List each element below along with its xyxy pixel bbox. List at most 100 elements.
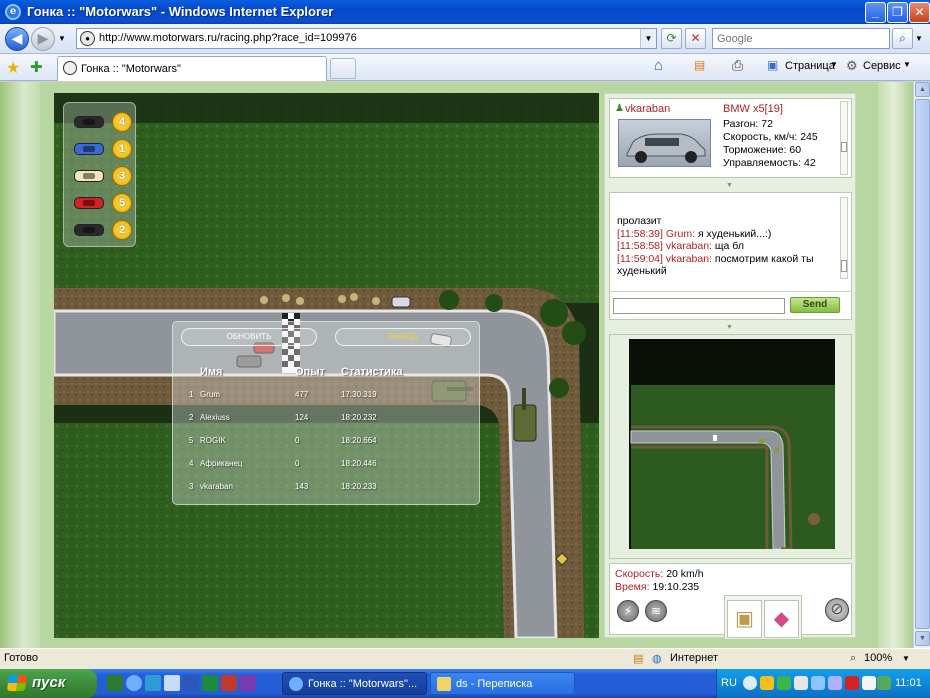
scroll-down-icon[interactable]: ▼ <box>915 631 930 646</box>
race-map[interactable]: 4 1 3 5 2 ОБНОВИТЬ ВЫХОД Имя Опыт Статис… <box>54 93 599 638</box>
windows-logo-icon <box>6 675 28 691</box>
stat-braking: Торможение: 60 <box>723 144 802 156</box>
forward-button[interactable]: ▶ <box>31 27 55 51</box>
tray-antivirus-icon[interactable] <box>845 676 859 690</box>
quicklaunch-explorer-icon[interactable] <box>164 675 180 691</box>
tab-motorwars[interactable]: Гонка :: "Motorwars" <box>57 56 327 81</box>
back-button[interactable]: ◀ <box>5 27 29 51</box>
close-button[interactable]: ✕ <box>909 2 930 23</box>
address-dropdown-icon[interactable]: ▼ <box>640 29 656 48</box>
tray-network-icon[interactable] <box>811 676 825 690</box>
page-menu[interactable]: Страница <box>785 60 835 72</box>
scroll-up-icon[interactable]: ▲ <box>915 82 930 97</box>
player-name-link[interactable]: vkaraban <box>625 103 670 115</box>
address-bar[interactable]: ● http://www.motorwars.ru/racing.php?rac… <box>76 28 657 49</box>
page-menu-chevron-icon[interactable]: ▼ <box>830 60 838 69</box>
add-favorite-icon[interactable]: ✚ <box>30 58 43 76</box>
car-icon <box>74 143 104 155</box>
tray-volume-icon[interactable] <box>828 676 842 690</box>
exit-race-button[interactable]: ВЫХОД <box>335 328 471 346</box>
quicklaunch-messenger-icon[interactable] <box>145 675 161 691</box>
car-icon <box>74 170 104 182</box>
quicklaunch-ie-icon[interactable] <box>126 675 142 691</box>
chat-scrollbar[interactable] <box>840 197 848 279</box>
maximize-button[interactable]: ❐ <box>887 2 908 23</box>
search-input[interactable] <box>713 29 883 48</box>
start-label: пуск <box>32 674 66 691</box>
quicklaunch-excel-icon[interactable] <box>202 675 218 691</box>
leaderboard-row: 2 <box>74 218 134 240</box>
page-scrollbar[interactable]: ▲ ▼ <box>913 82 930 648</box>
signal-icon[interactable]: ≋ <box>645 600 667 622</box>
tray-app-icon[interactable] <box>794 676 808 690</box>
table-row: 5 ROGIK 0 18:20.664 <box>189 436 377 445</box>
results-header-stats: Статистика <box>341 366 403 378</box>
tray-back-icon[interactable] <box>743 676 757 690</box>
start-button[interactable]: пуск <box>0 669 97 698</box>
car-stats: Разгон: 72 Скорость, км/ч: 245 Торможени… <box>723 118 818 170</box>
search-box[interactable] <box>712 28 890 49</box>
new-tab-button[interactable] <box>330 58 356 79</box>
position-badge: 5 <box>112 193 132 213</box>
refresh-button[interactable]: ⟳ <box>661 28 682 49</box>
quicklaunch-media-icon[interactable] <box>240 675 256 691</box>
page-icon: ▣ <box>767 58 779 72</box>
leaderboard-row: 3 <box>74 164 134 186</box>
window-titlebar: e Гонка :: "Motorwars" - Windows Interne… <box>0 0 930 24</box>
status-text: Готово <box>4 652 38 664</box>
tray-monitor-icon[interactable] <box>862 676 876 690</box>
tools-menu-chevron-icon[interactable]: ▼ <box>903 60 911 69</box>
minimap[interactable] <box>629 339 835 549</box>
minimize-button[interactable]: _ <box>865 2 886 23</box>
window-title: Гонка :: "Motorwars" - Windows Internet … <box>27 4 334 19</box>
quicklaunch-word-icon[interactable] <box>183 675 199 691</box>
taskbar-button-ie[interactable]: Гонка :: "Motorwars"... <box>282 672 427 695</box>
print-icon[interactable]: ⎙ <box>732 57 743 74</box>
chat-messages: пролазит [11:58:39] Grum: я худенький...… <box>617 215 832 278</box>
home-icon[interactable]: ⌂ <box>654 57 663 74</box>
popup-blocker-icon[interactable]: ▤ <box>633 652 643 665</box>
stop-button[interactable]: ✕ <box>685 28 706 49</box>
feeds-icon[interactable]: ▤ <box>694 58 705 72</box>
refresh-results-button[interactable]: ОБНОВИТЬ <box>181 328 317 346</box>
zoom-level[interactable]: 100% <box>864 652 892 664</box>
tools-menu[interactable]: Сервис <box>863 60 901 72</box>
scroll-thumb[interactable] <box>915 99 930 629</box>
internet-zone-icon: ◍ <box>652 653 662 665</box>
chat-send-button[interactable]: Send <box>790 297 840 313</box>
search-icon[interactable]: ⌕ <box>892 28 913 49</box>
history-dropdown-icon[interactable]: ▼ <box>58 34 66 43</box>
tray-icq-icon[interactable] <box>777 676 791 690</box>
tray-security-icon[interactable] <box>760 676 774 690</box>
race-results-panel: ОБНОВИТЬ ВЫХОД Имя Опыт Статистика 1 Gru… <box>172 321 480 505</box>
car-model-link[interactable]: BMW x5[19] <box>723 103 783 115</box>
chat-input[interactable] <box>613 298 785 314</box>
player-info-box: ♟ vkaraban BMW x5[19] Разгон: 72 Скорост… <box>609 98 852 178</box>
address-url[interactable]: http://www.motorwars.ru/racing.php?race_… <box>99 32 357 44</box>
messenger-taskbar-icon <box>437 677 451 691</box>
chat-message: [11:59:04] vkaraban: посмотрим какой ты … <box>617 252 814 278</box>
chat-box: пролазит [11:58:39] Grum: я худенький...… <box>609 192 852 320</box>
quicklaunch-desktop-icon[interactable] <box>107 675 123 691</box>
table-row: 1 Grum 477 17:30.319 <box>189 390 377 399</box>
taskbar-button-chat[interactable]: ds - Переписка <box>430 672 575 695</box>
panel-divider-arrow-icon: ▼ <box>726 324 733 331</box>
zoom-dropdown-icon[interactable]: ▼ <box>902 654 910 663</box>
nitro-icon[interactable]: ⚡ <box>617 600 639 622</box>
speed-readout: Скорость: 20 km/h <box>615 568 704 580</box>
tabs-toolbar: ★ ✚ Гонка :: "Motorwars" ⌂ ▤ ⎙ ▣ Страниц… <box>0 54 930 81</box>
clock: 11:01 <box>895 677 922 689</box>
cancel-race-icon[interactable]: ⊘ <box>825 598 849 622</box>
page-background-left <box>0 82 40 648</box>
cubes-item-icon[interactable]: ◆ <box>764 600 799 638</box>
tray-update-icon[interactable] <box>877 676 891 690</box>
minimap-graphic <box>630 385 835 549</box>
quicklaunch-app-icon[interactable] <box>221 675 237 691</box>
table-row: 3 vkaraban 143 18:20.233 <box>189 482 377 491</box>
stat-handling: Управляемость: 42 <box>723 157 816 169</box>
box-item-icon[interactable]: ▣ <box>727 600 762 638</box>
favorites-star-icon[interactable]: ★ <box>6 58 20 78</box>
language-indicator[interactable]: RU <box>721 677 737 689</box>
search-dropdown-icon[interactable]: ▼ <box>915 34 923 43</box>
player-scrollbar[interactable] <box>840 101 848 175</box>
